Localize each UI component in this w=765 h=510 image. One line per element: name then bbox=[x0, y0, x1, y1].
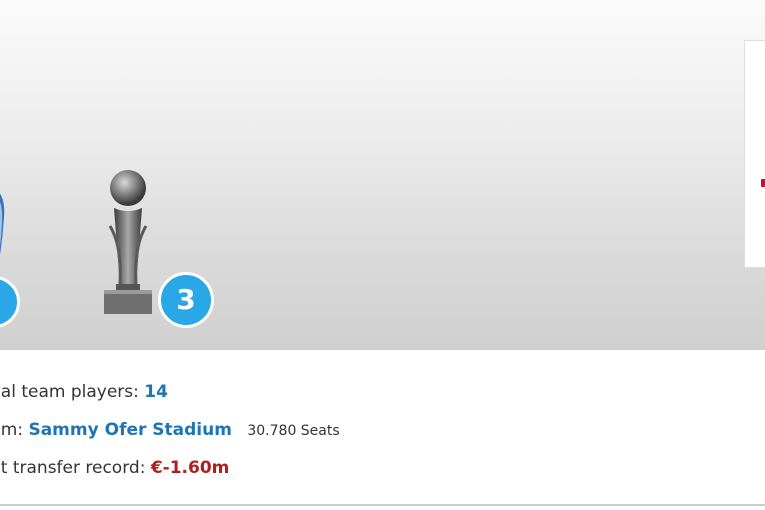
national-team-players-label: nal team players: bbox=[0, 382, 139, 402]
national-team-players-value[interactable]: 14 bbox=[144, 382, 168, 402]
transfer-record-value[interactable]: €-1.60m bbox=[151, 458, 230, 478]
stadium-row: um: Sammy Ofer Stadium 30.780 Seats bbox=[0, 420, 340, 440]
divider bbox=[0, 504, 765, 506]
transfer-record-label: nt transfer record: bbox=[0, 458, 146, 478]
stadium-link[interactable]: Sammy Ofer Stadium bbox=[28, 420, 231, 440]
trophy-icon[interactable] bbox=[96, 166, 160, 318]
transfer-record-row: nt transfer record: €-1.60m bbox=[0, 458, 229, 478]
stadium-label: um: bbox=[0, 420, 24, 440]
indicator-mark bbox=[761, 179, 765, 187]
stadium-seats: 30.780 Seats bbox=[247, 423, 340, 439]
trophy-header: 3 bbox=[0, 0, 765, 350]
national-team-players-row: nal team players: 14 bbox=[0, 382, 168, 402]
side-panel-card bbox=[744, 40, 765, 268]
club-info-panel: nal team players: 14 um: Sammy Ofer Stad… bbox=[0, 350, 765, 510]
title-count-badge: 3 bbox=[158, 272, 214, 328]
